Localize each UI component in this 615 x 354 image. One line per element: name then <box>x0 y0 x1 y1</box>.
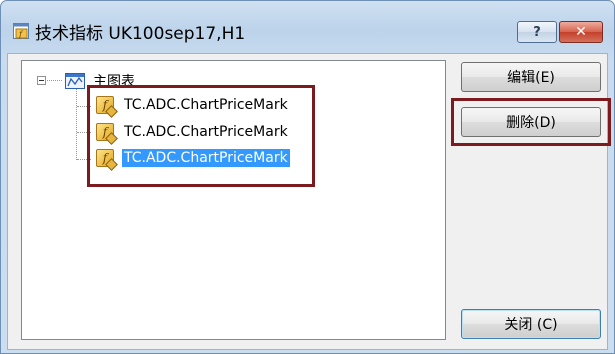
highlight-box-indicators <box>87 85 315 187</box>
tree-connector <box>76 89 77 160</box>
indicator-app-icon: f <box>13 23 29 39</box>
window-title: 技术指标 UK100sep17,H1 <box>35 24 246 44</box>
close-button[interactable]: 关闭 (C) <box>461 309 601 339</box>
close-icon: ✕ <box>575 24 587 40</box>
collapse-toggle-icon[interactable] <box>37 76 46 85</box>
delete-button-label: 删除(D) <box>506 115 556 131</box>
chart-icon <box>65 73 85 89</box>
help-button[interactable]: ? <box>517 21 557 43</box>
edit-button-label: 编辑(E) <box>507 70 555 86</box>
tree-connector <box>47 80 62 81</box>
edit-button[interactable]: 编辑(E) <box>461 62 601 92</box>
help-icon: ? <box>533 24 541 40</box>
delete-button[interactable]: 删除(D) <box>461 107 601 137</box>
title-bar[interactable]: f 技术指标 UK100sep17,H1 ? ✕ <box>1 1 614 53</box>
dialog-window: f 技术指标 UK100sep17,H1 ? ✕ 主图表 f TC.ADC.Ch… <box>0 0 615 354</box>
window-close-button[interactable]: ✕ <box>559 21 603 43</box>
close-button-label: 关闭 (C) <box>504 317 558 333</box>
